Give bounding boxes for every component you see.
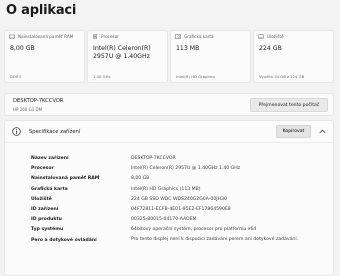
spec-value: Intel(R) Celeron(R) 2957U @ 1.40GHz 1.40…: [131, 166, 241, 172]
card-storage-sub: Využito 34 GB z 224 GB: [259, 74, 305, 79]
card-ram-label: Nainstalovaná paměť RAM: [18, 34, 74, 39]
rename-pc-button[interactable]: Přejmenovat tento počítač: [250, 98, 328, 112]
spec-key: Grafická karta: [31, 186, 68, 192]
spec-row: ID zařízení 04F72811-ECFB-4E01-95E2-EF17…: [31, 205, 321, 215]
spec-row: Pero a dotykové ovládání Pro tento displ…: [31, 236, 321, 246]
spec-row: Název zařízení DESKTOP-7KCCVOR: [31, 154, 321, 164]
spec-key: ID produktu: [31, 217, 62, 223]
about-page: O aplikaci Nainstalovaná paměť RAM 8,00 …: [0, 0, 340, 276]
spec-key: ID zařízení: [31, 207, 59, 213]
spec-row: Typ systému 64bitový operační systém, pr…: [31, 225, 321, 235]
device-name: DESKTOP-7KCCVOR: [13, 98, 64, 104]
summary-cards: Nainstalovaná paměť RAM 8,00 GB DDR3 Pro…: [4, 30, 334, 83]
spec-key: Nainstalovaná paměť RAM: [31, 176, 100, 182]
card-processor-sub: 1.40 GHz: [93, 74, 111, 79]
spec-row: ID produktu 00325-80015-04170-AAOEM: [31, 215, 321, 225]
spec-value: DESKTOP-7KCCVOR: [131, 156, 176, 161]
spec-rows: Název zařízení DESKTOP-7KCCVOR Procesor …: [31, 154, 321, 246]
card-storage-value: 224 GB: [259, 45, 282, 52]
spec-value: 00325-80015-04170-AAOEM: [131, 217, 197, 223]
memory-icon: [9, 34, 15, 39]
card-processor: Procesor Intel(R) Celeron(R) 2957U @ 1.4…: [87, 30, 168, 83]
chevron-up-icon[interactable]: [319, 129, 326, 134]
spec-row: Grafická karta Intel(R) HD Graphics (113…: [31, 185, 321, 195]
spec-value: 224 GB SSD WDC WDS240G2G0A-00JH30: [131, 196, 227, 202]
spec-key: Úložiště: [31, 196, 52, 202]
copy-button[interactable]: Kopírovat: [276, 125, 311, 138]
processor-icon: [92, 34, 98, 39]
spec-key: Pero a dotykové ovládání: [31, 237, 97, 243]
device-specifications-panel: Specifikace zařízení Kopírovat Název zař…: [4, 120, 334, 276]
spec-row: Nainstalovaná paměť RAM 8,00 GB: [31, 174, 321, 184]
storage-icon: [258, 34, 264, 39]
device-model: HP 260 G1 DM: [13, 107, 43, 112]
card-ram-sub: DDR3: [10, 74, 21, 79]
card-graphics-label: Grafická karta: [184, 34, 214, 39]
card-processor-label: Procesor: [101, 34, 119, 39]
card-graphics: Grafická karta 113 MB Intel(R) HD Graphi…: [170, 30, 251, 83]
card-processor-value: Intel(R) Celeron(R) 2957U @ 1.40GHz: [93, 45, 151, 60]
spec-row: Úložiště 224 GB SSD WDC WDS240G2G0A-00JH…: [31, 195, 321, 205]
spec-value: Intel(R) HD Graphics (113 MB): [131, 186, 201, 192]
spec-value: Pro tento displej není k dispozici zadáv…: [131, 236, 299, 242]
card-graphics-sub: Intel(R) HD Graphics: [176, 74, 215, 79]
card-ram: Nainstalovaná paměť RAM 8,00 GB DDR3: [4, 30, 85, 83]
spec-value: 8,00 GB: [131, 176, 150, 182]
spec-title: Specifikace zařízení: [29, 129, 81, 135]
spec-key: Název zařízení: [31, 156, 69, 161]
card-graphics-value: 113 MB: [176, 45, 200, 52]
spec-key: Procesor: [31, 166, 54, 172]
spec-key: Typ systému: [31, 227, 64, 233]
device-bar: DESKTOP-7KCCVOR HP 260 G1 DM Přejmenovat…: [4, 93, 334, 116]
card-storage-label: Úložiště: [267, 34, 284, 39]
spec-value: 04F72811-ECFB-4E01-95E2-EF17864590E8: [131, 207, 231, 213]
graphics-card-icon: [175, 34, 181, 39]
card-ram-value: 8,00 GB: [10, 45, 35, 52]
info-icon: [12, 127, 21, 136]
card-storage: Úložiště 224 GB Využito 34 GB z 224 GB: [253, 30, 334, 83]
spec-header[interactable]: Specifikace zařízení Kopírovat: [5, 121, 333, 143]
spec-row: Procesor Intel(R) Celeron(R) 2957U @ 1.4…: [31, 164, 321, 174]
spec-value: 64bitový operační systém, procesor pro p…: [131, 227, 257, 233]
page-title: O aplikaci: [6, 3, 77, 18]
